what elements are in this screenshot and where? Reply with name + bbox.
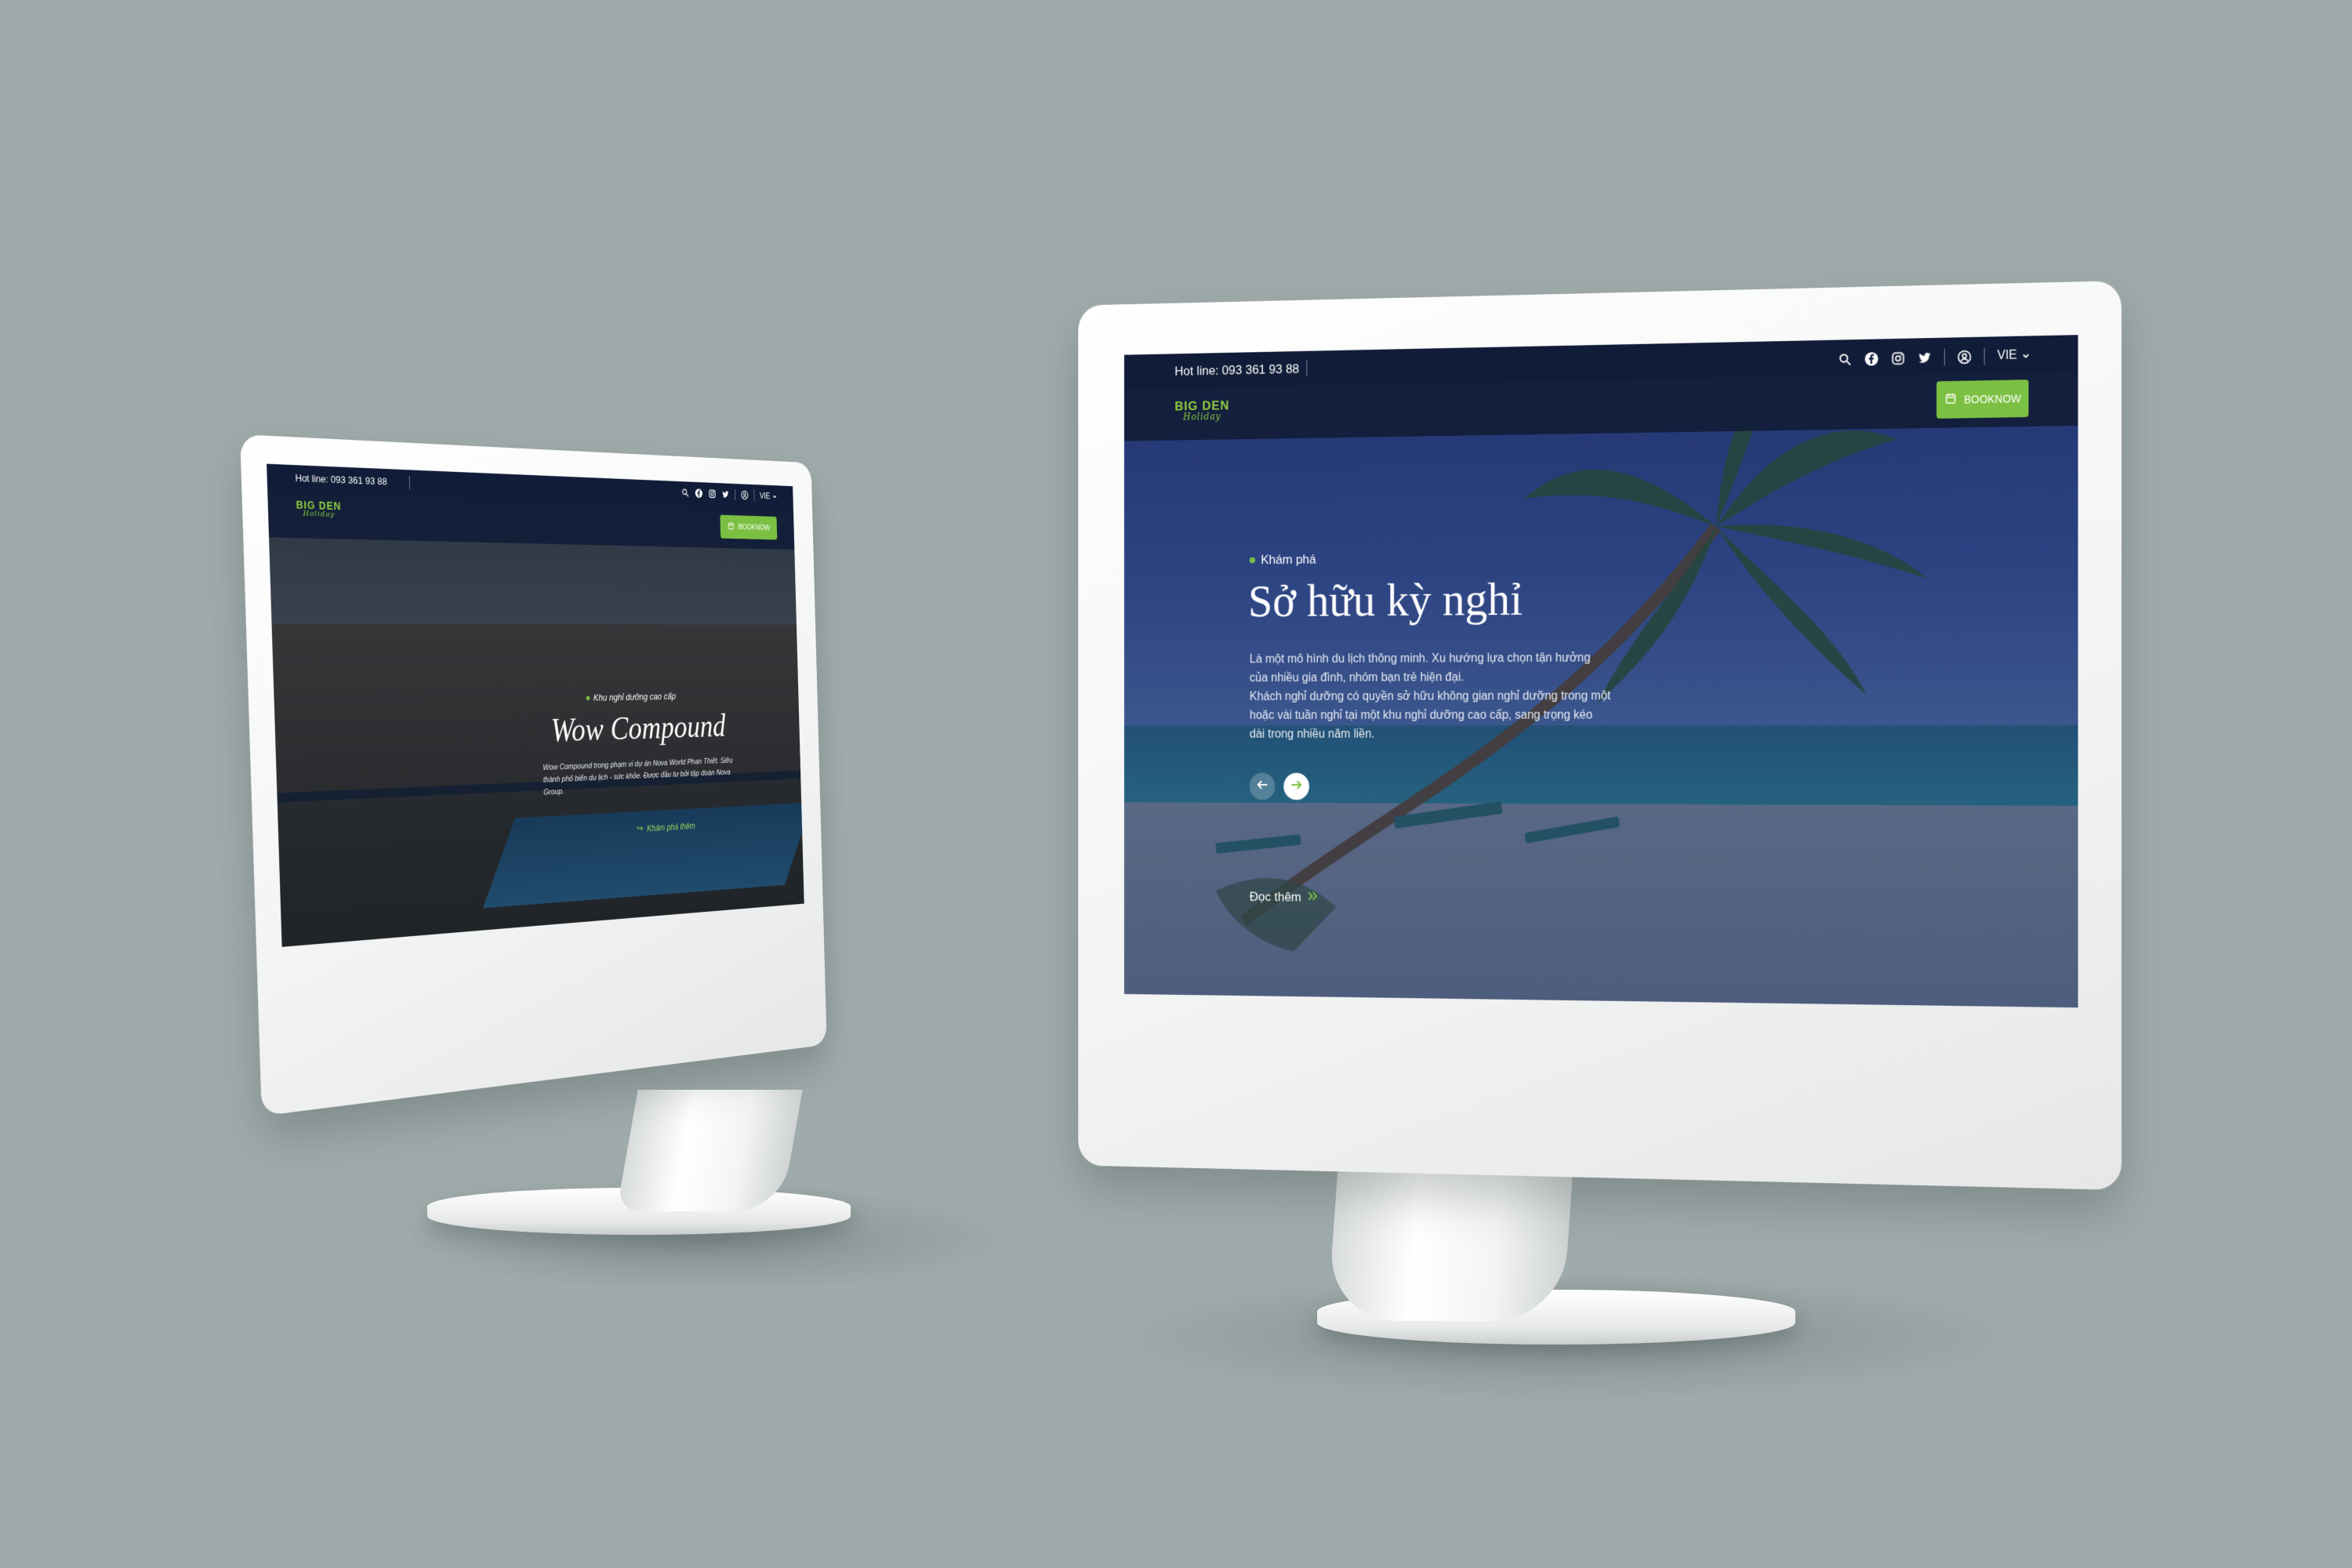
chevron-down-icon — [772, 493, 777, 499]
prev-slide-button[interactable] — [1249, 772, 1276, 800]
hotline-text[interactable]: Hot line: 093 361 93 88 — [295, 472, 387, 487]
hotline-text[interactable]: Hot line: 093 361 93 88 — [1174, 361, 1299, 379]
search-icon[interactable] — [681, 488, 689, 498]
brand-logo[interactable]: BIG DEN Holiday — [1174, 398, 1229, 423]
user-icon[interactable] — [741, 490, 749, 500]
book-now-button[interactable]: BOOKNOW — [1936, 379, 2029, 419]
brand-logo[interactable]: BIG DEN Holiday — [296, 499, 341, 519]
hero-description-line-2: Khách nghỉ dưỡng có quyền sở hữu không g… — [1249, 689, 1611, 741]
eyebrow-dot-icon — [586, 695, 590, 700]
left-monitor-body: Hot line: 093 361 93 88 VIE BIG DEN Holi… — [240, 434, 827, 1116]
hero-description: Là một mô hình du lịch thông minh. Xu hư… — [1250, 648, 1611, 744]
language-label: VIE — [1997, 348, 2017, 363]
left-monitor-screen: Hot line: 093 361 93 88 VIE BIG DEN Holi… — [267, 463, 804, 947]
next-slide-button[interactable] — [1283, 772, 1309, 800]
facebook-icon[interactable] — [695, 488, 702, 499]
right-monitor-screen: Hot line: 093 361 93 88 VIE BIG DEN Holi… — [1123, 335, 2078, 1008]
book-now-label: BOOKNOW — [1963, 392, 2021, 406]
user-icon[interactable] — [1958, 349, 1973, 364]
book-now-label: BOOKNOW — [738, 523, 771, 532]
eyebrow-dot-icon — [1249, 557, 1256, 564]
language-selector[interactable]: VIE — [1997, 348, 2030, 363]
right-monitor-body: Hot line: 093 361 93 88 VIE BIG DEN Holi… — [1078, 281, 2122, 1190]
language-label: VIE — [759, 491, 771, 501]
header-icons: VIE — [1838, 347, 2030, 368]
hero-eyebrow: Khu nghỉ dưỡng cao cấp — [586, 691, 676, 703]
arrow-right-icon — [637, 824, 644, 834]
book-now-button[interactable]: BOOKNOW — [720, 514, 778, 540]
chevron-down-icon — [2022, 351, 2031, 360]
instagram-icon[interactable] — [708, 489, 716, 499]
calendar-icon — [1944, 392, 1957, 408]
double-chevron-right-icon — [1307, 890, 1319, 905]
twitter-icon[interactable] — [1918, 350, 1932, 365]
facebook-icon[interactable] — [1864, 351, 1878, 366]
instagram-icon[interactable] — [1891, 350, 1905, 365]
twitter-icon[interactable] — [721, 489, 729, 499]
header-icons: VIE — [681, 487, 778, 502]
hero-title: Wow Compound — [550, 707, 726, 750]
right-monitor-stand-neck — [1327, 1160, 1574, 1321]
hero-eyebrow: Khám phá — [1249, 552, 1316, 568]
arrow-right-icon — [1290, 779, 1302, 793]
hero-description-line-1: Là một mô hình du lịch thông minh. Xu hư… — [1249, 652, 1591, 685]
arrow-left-icon — [1256, 779, 1269, 793]
read-more-link[interactable]: Đọc thêm — [1250, 890, 1319, 906]
language-selector[interactable]: VIE — [760, 491, 778, 501]
hero-title: Sở hữu kỳ nghỉ — [1247, 573, 1523, 627]
search-icon[interactable] — [1838, 351, 1852, 366]
calendar-icon — [727, 521, 735, 532]
